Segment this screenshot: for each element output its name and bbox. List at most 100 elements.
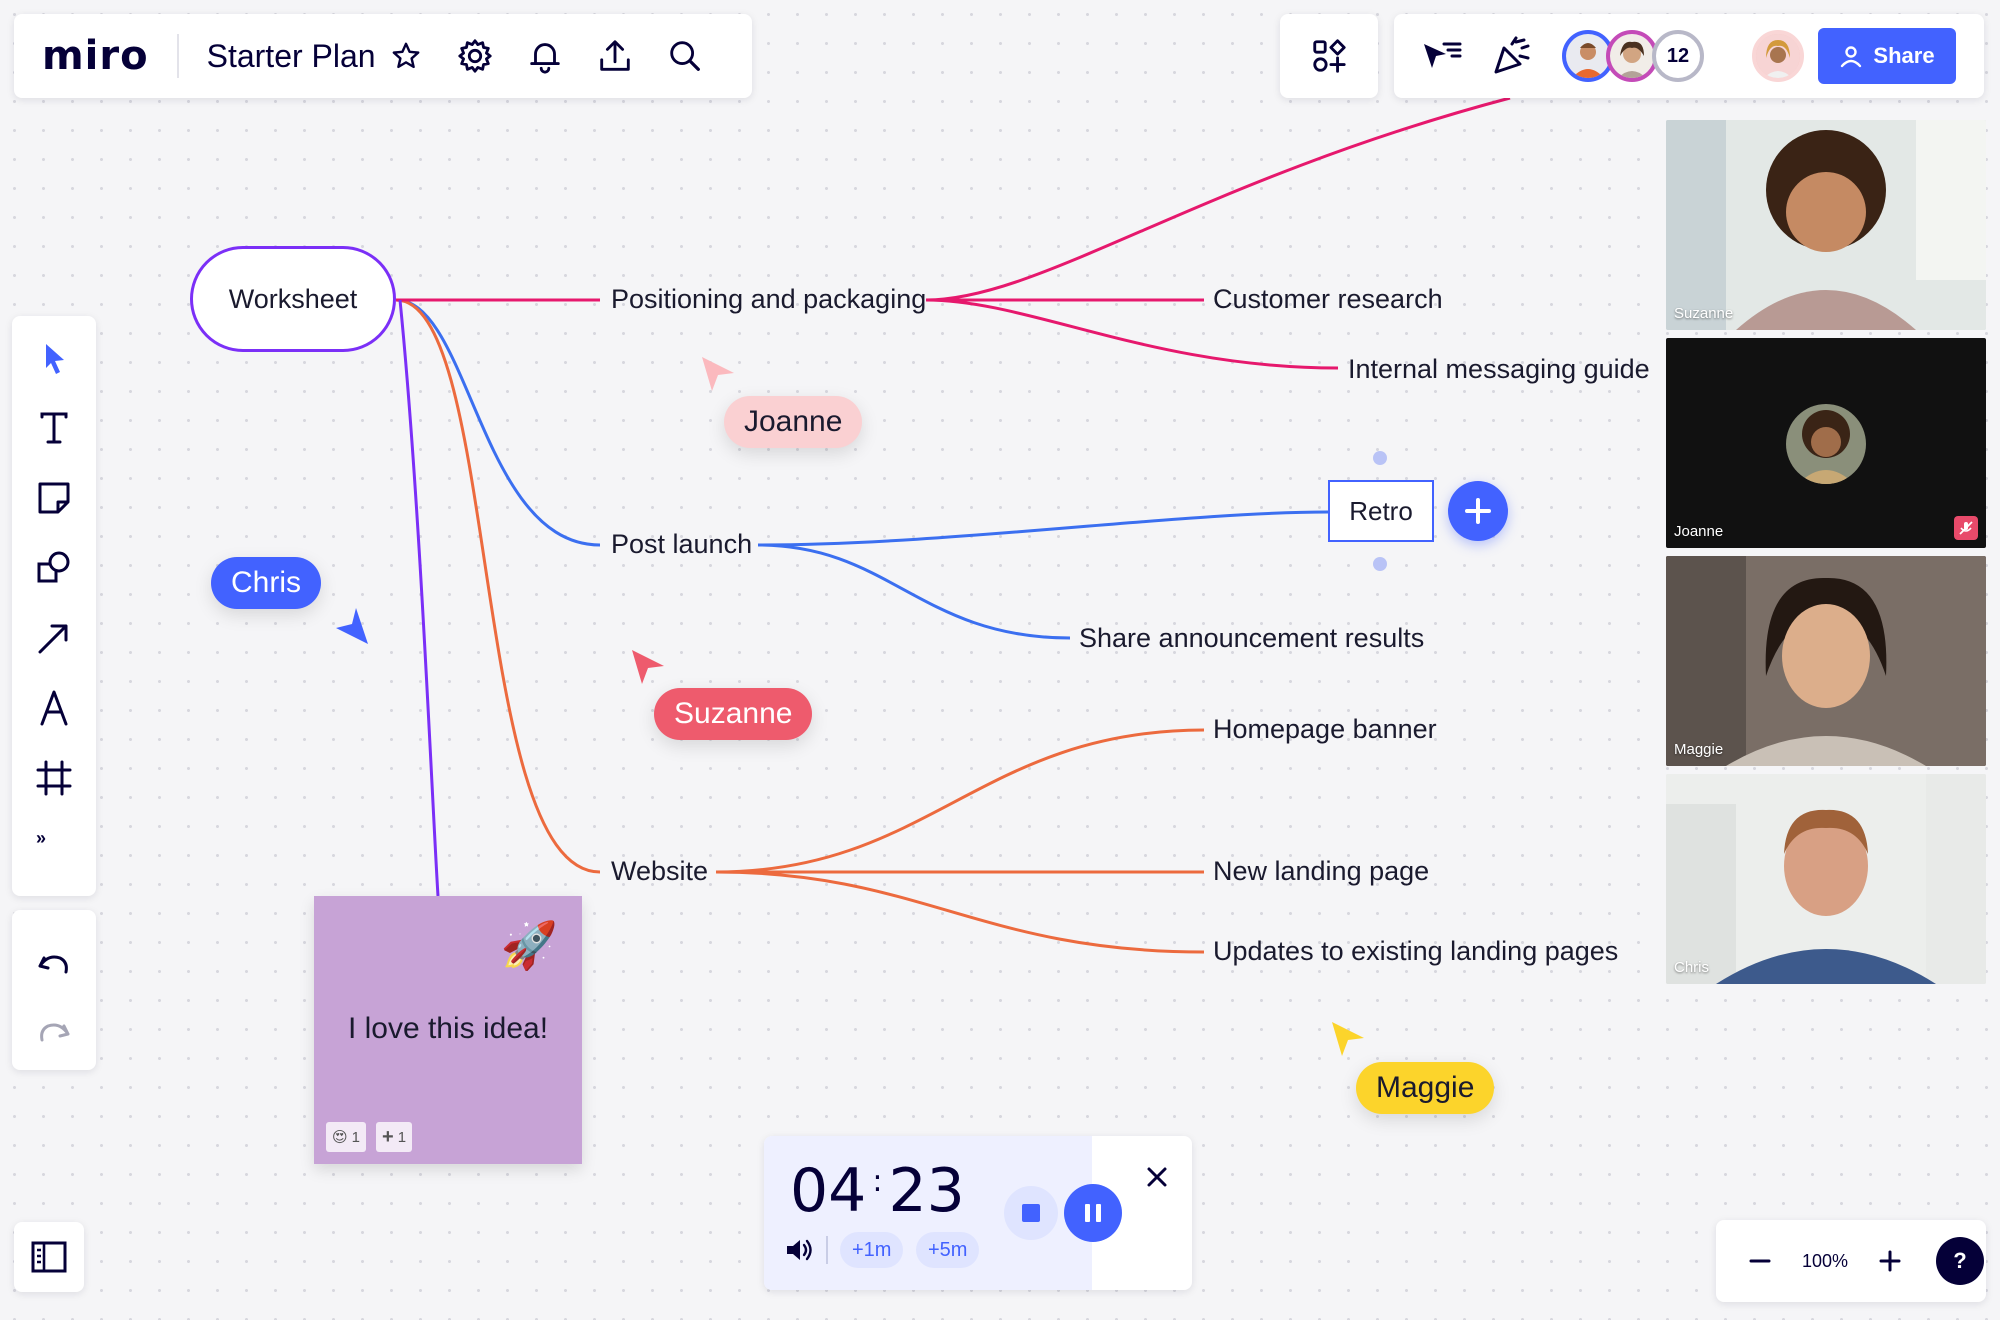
participant-video xyxy=(1666,120,1986,330)
divider xyxy=(826,1236,828,1264)
plus-icon xyxy=(1879,1250,1901,1272)
undo-button[interactable] xyxy=(26,938,82,994)
notifications-button[interactable] xyxy=(518,29,572,83)
zoom-out-button[interactable] xyxy=(1738,1239,1782,1283)
node-updates-landing[interactable]: Updates to existing landing pages xyxy=(1213,936,1618,967)
add-child-node-button[interactable] xyxy=(1448,481,1508,541)
timer-widget: 04:23 +1m +5m xyxy=(764,1136,1192,1290)
video-tile-maggie[interactable]: Maggie xyxy=(1666,556,1986,766)
participant-name: Suzanne xyxy=(1674,305,1734,322)
pointer-icon xyxy=(46,344,64,374)
sticky-note-tool[interactable] xyxy=(26,470,82,526)
share-button[interactable]: Share xyxy=(1818,28,1956,84)
node-share-results[interactable]: Share announcement results xyxy=(1079,623,1424,654)
participant-video xyxy=(1666,556,1986,766)
root-node-label: Worksheet xyxy=(228,283,358,314)
history-toolbar xyxy=(12,910,96,1070)
redo-button[interactable] xyxy=(26,1006,82,1062)
text-tool[interactable] xyxy=(26,400,82,456)
star-button[interactable] xyxy=(388,29,424,83)
speaker-icon xyxy=(787,1239,812,1261)
export-button[interactable] xyxy=(588,29,642,83)
node-retro[interactable]: Retro xyxy=(1328,480,1434,542)
close-icon xyxy=(1147,1167,1167,1187)
person-avatar-icon xyxy=(1786,404,1866,484)
frame-icon xyxy=(36,760,72,796)
node-new-landing[interactable]: New landing page xyxy=(1213,856,1429,887)
undo-icon xyxy=(38,955,68,974)
chris-cursor-label: Chris xyxy=(211,557,322,609)
reactions-button[interactable] xyxy=(1420,36,1464,80)
apps-button[interactable] xyxy=(1280,14,1378,98)
reaction-count: 1 xyxy=(351,1128,360,1146)
stop-timer-button[interactable] xyxy=(1004,1186,1058,1240)
stop-icon xyxy=(1022,1204,1040,1222)
timer-minutes: 04 xyxy=(790,1156,867,1226)
mindmap-root-node[interactable]: Worksheet xyxy=(190,246,396,352)
sound-toggle[interactable] xyxy=(784,1236,818,1266)
node-website[interactable]: Website xyxy=(611,856,708,887)
board-header: miro Starter Plan xyxy=(14,14,752,98)
select-tool[interactable] xyxy=(26,330,82,386)
collaborator-count[interactable]: 12 xyxy=(1652,30,1704,82)
person-avatar-icon xyxy=(1756,34,1800,78)
user-icon xyxy=(1841,46,1862,68)
participant-name: Joanne xyxy=(1674,523,1724,540)
more-tools-button[interactable]: » xyxy=(36,828,46,849)
joanne-cursor-icon xyxy=(702,357,734,391)
sticky-note[interactable]: 🚀 I love this idea! 😍 1 + 1 xyxy=(314,896,582,1164)
settings-button[interactable] xyxy=(448,29,502,83)
node-internal-guide[interactable]: Internal messaging guide xyxy=(1348,354,1650,385)
shapes-tool[interactable] xyxy=(26,540,82,596)
participant-video xyxy=(1666,774,1986,984)
help-button[interactable]: ? xyxy=(1936,1237,1984,1285)
search-button[interactable] xyxy=(658,29,712,83)
pause-timer-button[interactable] xyxy=(1064,1184,1122,1242)
pen-tool[interactable] xyxy=(26,680,82,736)
board-sidebar-toggle[interactable] xyxy=(14,1222,84,1292)
text-icon xyxy=(40,412,68,444)
person-avatar-icon xyxy=(1610,34,1654,78)
minus-icon xyxy=(1749,1259,1771,1263)
current-user-avatar[interactable] xyxy=(1752,30,1804,82)
node-homepage-banner[interactable]: Homepage banner xyxy=(1213,714,1437,745)
node-positioning[interactable]: Positioning and packaging xyxy=(611,284,926,315)
node-post-launch[interactable]: Post launch xyxy=(611,529,752,560)
sticky-note-text: I love this idea! xyxy=(347,1012,549,1045)
retro-selection-handle-top[interactable] xyxy=(1373,451,1387,465)
joanne-cursor-label: Joanne xyxy=(724,396,863,448)
timer-seconds: 23 xyxy=(888,1156,965,1226)
retro-label: Retro xyxy=(1349,495,1413,526)
reaction-add[interactable]: + 1 xyxy=(376,1122,413,1152)
video-tile-suzanne[interactable]: Suzanne xyxy=(1666,120,1986,330)
node-customer-research[interactable]: Customer research xyxy=(1213,284,1443,315)
rocket-emoji: 🚀 xyxy=(500,919,558,971)
divider xyxy=(176,34,179,78)
add-one-minute-button[interactable]: +1m xyxy=(840,1232,904,1268)
video-tile-joanne[interactable]: Joanne xyxy=(1666,338,1986,548)
timer-display: 04:23 xyxy=(790,1156,965,1226)
timer-separator: : xyxy=(872,1164,883,1199)
heart-eyes-emoji: 😍 xyxy=(332,1129,348,1146)
muted-indicator xyxy=(1954,516,1978,540)
share-label: Share xyxy=(1873,43,1935,68)
zoom-in-button[interactable] xyxy=(1868,1239,1912,1283)
person-avatar-icon xyxy=(1566,34,1610,78)
close-timer-button[interactable] xyxy=(1142,1162,1172,1192)
video-tile-chris[interactable]: Chris xyxy=(1666,774,1986,984)
reaction-heart-eyes[interactable]: 😍 1 xyxy=(326,1122,366,1152)
zoom-controls: 100% ? xyxy=(1716,1220,1986,1302)
collaborator-avatar[interactable] xyxy=(1606,30,1658,82)
celebrate-button[interactable] xyxy=(1490,34,1534,78)
star-icon xyxy=(392,42,419,69)
pen-icon xyxy=(40,690,68,726)
zoom-level[interactable]: 100% xyxy=(1790,1251,1860,1272)
frame-tool[interactable] xyxy=(26,750,82,806)
retro-selection-handle-bottom[interactable] xyxy=(1373,557,1387,571)
reaction-count: 1 xyxy=(397,1128,407,1146)
connection-line-tool[interactable] xyxy=(26,610,82,666)
miro-logo: miro xyxy=(42,33,149,79)
board-title[interactable]: Starter Plan xyxy=(207,38,376,75)
add-five-minutes-button[interactable]: +5m xyxy=(916,1232,980,1268)
shapes-icon xyxy=(37,551,70,583)
